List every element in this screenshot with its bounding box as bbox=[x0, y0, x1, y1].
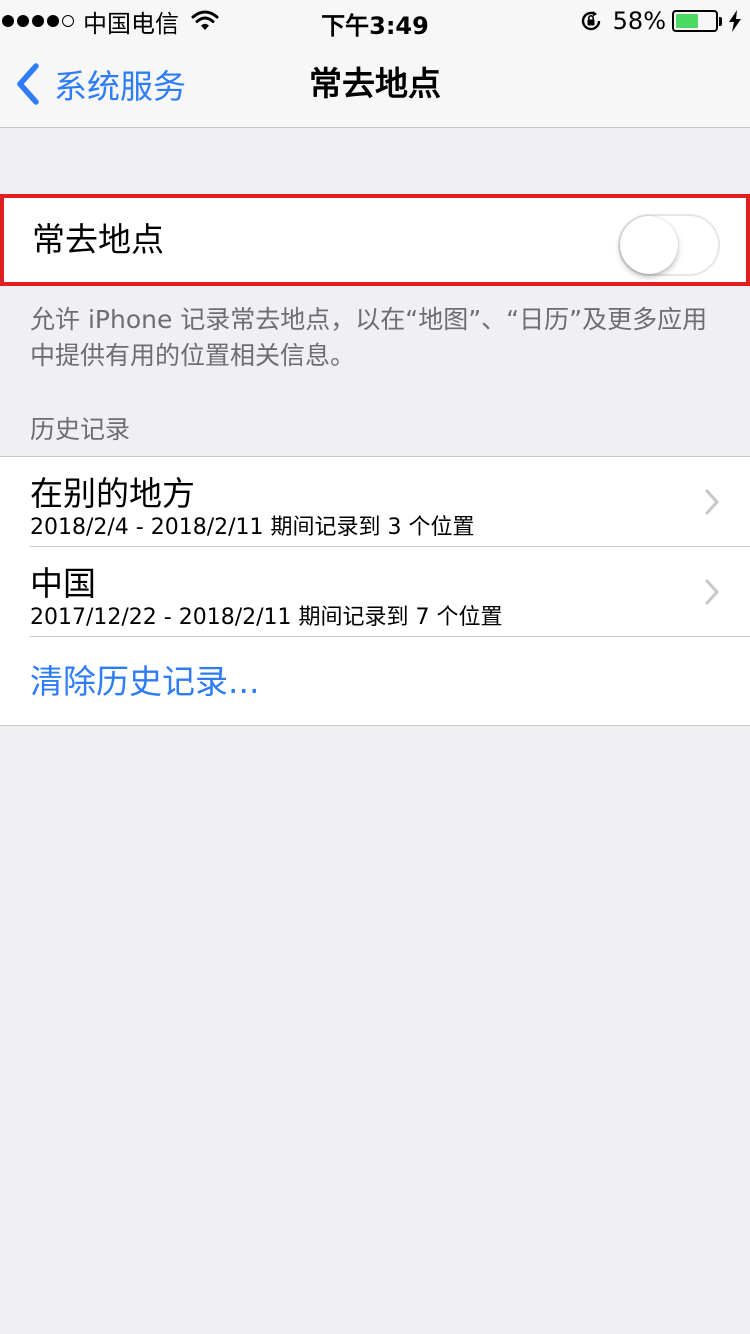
chevron-right-icon bbox=[705, 489, 719, 515]
battery-tip bbox=[719, 16, 722, 26]
history-row-subtitle: 2017/12/22 - 2018/2/11 期间记录到 7 个位置 bbox=[30, 605, 503, 630]
clear-history-button[interactable]: 清除历史记录... bbox=[30, 637, 259, 727]
back-chevron-icon bbox=[17, 63, 39, 105]
history-row-title: 在别的地方 bbox=[30, 474, 195, 513]
status-bar: 中国电信 下午3:49 58% bbox=[0, 0, 750, 40]
switch-knob bbox=[620, 216, 678, 274]
history-row-subtitle: 2018/2/4 - 2018/2/11 期间记录到 3 个位置 bbox=[30, 515, 475, 540]
history-row[interactable]: 在别的地方 2018/2/4 - 2018/2/11 期间记录到 3 个位置 bbox=[0, 457, 750, 547]
back-button-label: 系统服务 bbox=[54, 67, 186, 106]
history-row[interactable]: 中国 2017/12/22 - 2018/2/11 期间记录到 7 个位置 bbox=[0, 547, 750, 637]
rotation-lock-icon bbox=[581, 11, 600, 31]
charging-bolt-icon bbox=[729, 10, 741, 32]
chevron-right-icon bbox=[705, 579, 719, 605]
toggle-label: 常去地点 bbox=[32, 220, 164, 259]
history-row-title: 中国 bbox=[30, 564, 96, 603]
history-list: 在别的地方 2018/2/4 - 2018/2/11 期间记录到 3 个位置 中… bbox=[0, 456, 750, 726]
history-section-header: 历史记录 bbox=[30, 415, 131, 444]
back-button[interactable]: 系统服务 bbox=[14, 40, 186, 128]
battery-fill bbox=[676, 14, 699, 28]
toggle-description: 允许 iPhone 记录常去地点，以在“地图”、“日历”及更多应用中提供有用的位… bbox=[30, 305, 708, 370]
battery-icon bbox=[672, 10, 718, 32]
battery-percentage: 58% bbox=[612, 7, 666, 35]
frequent-locations-toggle-cell: 常去地点 bbox=[0, 194, 750, 286]
frequent-locations-switch[interactable] bbox=[618, 214, 720, 276]
status-right: 58% bbox=[579, 6, 742, 36]
navigation-bar: 常去地点 系统服务 bbox=[0, 40, 750, 128]
